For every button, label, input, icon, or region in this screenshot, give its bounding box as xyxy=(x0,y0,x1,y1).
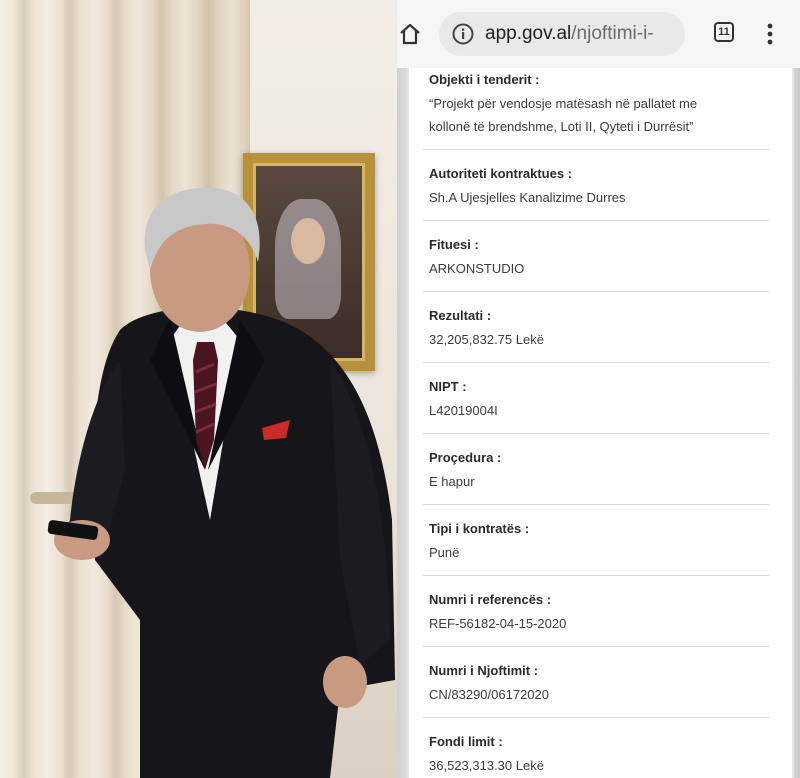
photo-man-with-phone xyxy=(0,0,397,778)
divider xyxy=(423,220,769,221)
man-in-suit xyxy=(47,187,395,778)
divider xyxy=(423,717,769,718)
field-procedure: Proçedura : E hapur xyxy=(429,450,769,493)
field-label: Rezultati : xyxy=(429,308,492,323)
field-tender-object: Objekti i tenderit : “Projekt për vendos… xyxy=(429,72,769,138)
field-contract-type: Tipi i kontratës : Punë xyxy=(429,521,769,564)
field-label: Objekti i tenderit : xyxy=(429,72,540,87)
phone-screen: app.gov.al/njoftimi-i- 11 Objekti i tend… xyxy=(397,0,800,778)
field-label: Numri i Njoftimit : xyxy=(429,663,539,678)
address-bar[interactable]: app.gov.al/njoftimi-i- xyxy=(439,12,685,56)
field-label: Fituesi : xyxy=(429,237,479,252)
left-edge xyxy=(397,68,407,778)
field-nipt: NIPT : L42019004I xyxy=(429,379,769,422)
home-icon[interactable] xyxy=(399,22,421,46)
field-value: E hapur xyxy=(429,474,475,489)
field-reference-number: Numri i referencës : REF-56182-04-15-202… xyxy=(429,592,769,635)
divider xyxy=(423,575,769,576)
field-value: ARKONSTUDIO xyxy=(429,261,525,276)
field-limit-fund: Fondi limit : 36,523,313.30 Lekë xyxy=(429,734,769,777)
field-label: Fondi limit : xyxy=(429,734,503,749)
field-value: Sh.A Ujesjelles Kanalizime Durres xyxy=(429,190,626,205)
divider xyxy=(423,149,769,150)
field-label: Tipi i kontratës : xyxy=(429,521,530,536)
field-label: Autoriteti kontraktues : xyxy=(429,166,573,181)
field-value: L42019004I xyxy=(429,403,498,418)
info-icon[interactable] xyxy=(451,22,475,46)
field-label: NIPT : xyxy=(429,379,467,394)
field-value: 36,523,313.30 Lekë xyxy=(429,758,544,773)
field-value: CN/83290/06172020 xyxy=(429,687,549,702)
divider xyxy=(423,291,769,292)
divider xyxy=(423,646,769,647)
field-contracting-authority: Autoriteti kontraktues : Sh.A Ujesjelles… xyxy=(429,166,769,209)
field-value: Punë xyxy=(429,545,460,560)
field-value: “Projekt për vendosje matësash në pallat… xyxy=(429,96,698,134)
field-winner: Fituesi : ARKONSTUDIO xyxy=(429,237,769,280)
divider xyxy=(423,433,769,434)
url-text: app.gov.al/njoftimi-i- xyxy=(485,23,685,45)
field-notice-number: Numri i Njoftimit : CN/83290/06172020 xyxy=(429,663,769,706)
field-value: REF-56182-04-15-2020 xyxy=(429,616,567,631)
field-label: Numri i referencës : xyxy=(429,592,552,607)
field-result: Rezultati : 32,205,832.75 Lekë xyxy=(429,308,769,351)
url-path: /njoftimi-i- xyxy=(571,23,654,44)
more-vert-icon[interactable] xyxy=(766,22,774,46)
field-value: 32,205,832.75 Lekë xyxy=(429,332,544,347)
url-host: app.gov.al xyxy=(485,23,572,44)
browser-toolbar: app.gov.al/njoftimi-i- 11 xyxy=(397,0,800,68)
divider xyxy=(423,362,769,363)
tab-switcher-icon[interactable]: 11 xyxy=(714,22,734,42)
divider xyxy=(423,504,769,505)
field-label: Proçedura : xyxy=(429,450,502,465)
